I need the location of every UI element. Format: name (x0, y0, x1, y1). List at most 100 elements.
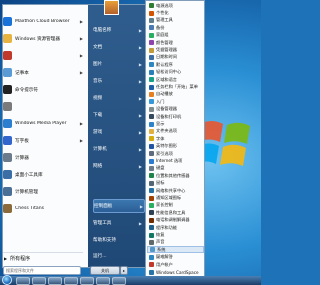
control-panel-item[interactable]: 入门 (147, 98, 204, 105)
control-panel-item[interactable]: 轻松访问中心 (147, 69, 204, 76)
control-panel-item[interactable]: 用户帐户 (147, 261, 204, 268)
control-panel-item[interactable]: 管理工具 (147, 17, 204, 24)
start-menu-link[interactable]: 游戏 ▶ (93, 126, 143, 138)
control-panel-item[interactable]: 位置和其他传感器 (147, 172, 204, 179)
triangle-right-icon: ▶ (4, 255, 8, 261)
program-item[interactable] (2, 99, 84, 114)
program-item[interactable]: Windows Media Player ▶ (2, 116, 84, 131)
control-panel-item-label: 通知区域图标 (156, 195, 182, 201)
shutdown-options-button[interactable]: ▸ (120, 266, 128, 275)
program-item[interactable]: 计算机管理 (2, 184, 84, 199)
control-panel-item[interactable]: 键盘 (147, 165, 204, 172)
program-label: Windows 资源管理器 (15, 36, 60, 42)
control-panel-item-label: 网络和共享中心 (156, 187, 186, 193)
user-avatar[interactable] (104, 0, 119, 15)
control-panel-item[interactable]: 网络和共享中心 (147, 187, 204, 194)
program-label: Windows Media Player (15, 121, 67, 126)
start-menu-link-label: 电脑名称 (93, 28, 112, 33)
control-panel-item[interactable]: 索引选项 (147, 150, 204, 157)
control-panel-item[interactable]: 声音 (147, 239, 204, 246)
start-menu-link[interactable]: 计算机 ▶ (93, 143, 143, 155)
start-menu-link[interactable]: 帮助和支持 (93, 234, 143, 246)
control-panel-item[interactable]: 自动播放 (147, 91, 204, 98)
control-panel-item[interactable]: 默认程序 (147, 61, 204, 68)
control-panel-item-icon (149, 202, 154, 208)
control-panel-item[interactable]: 设备和打印机 (147, 113, 204, 120)
control-panel-item-icon (149, 254, 154, 260)
control-panel-item-icon (149, 32, 154, 38)
control-panel-item[interactable]: 英特尔图形 (147, 143, 204, 150)
taskbar-media-button[interactable] (48, 277, 62, 285)
program-item[interactable]: 计算器 (2, 150, 84, 165)
start-menu-link[interactable]: 网络 ▶ (93, 160, 143, 172)
control-panel-item[interactable]: 个性化 (147, 9, 204, 16)
start-button[interactable] (2, 275, 12, 285)
control-panel-item[interactable]: 文件夹选项 (147, 128, 204, 135)
start-menu-link[interactable]: 音乐 ▶ (93, 75, 143, 87)
submenu-arrow-icon: ▶ (138, 129, 142, 135)
submenu-arrow-icon: ▶ (79, 138, 83, 143)
control-panel-item-icon (149, 17, 154, 23)
control-panel-item[interactable]: 字体 (147, 135, 204, 142)
control-panel-item-icon (149, 173, 154, 179)
control-panel-item[interactable]: 日期和时间 (147, 54, 204, 61)
control-panel-item[interactable]: 程序和功能 (147, 224, 204, 231)
control-panel-item[interactable]: 电话和调制解调器 (147, 217, 204, 224)
control-panel-item[interactable]: 设备管理器 (147, 106, 204, 113)
control-panel-item[interactable]: Internet 选项 (147, 157, 204, 164)
control-panel-item[interactable]: 家庭组 (147, 32, 204, 39)
taskbar-app-button[interactable] (112, 277, 126, 285)
control-panel-item-label: 系统 (157, 246, 166, 252)
control-panel-item[interactable]: 显示 (147, 120, 204, 127)
control-panel-item[interactable]: 系统 (147, 246, 204, 254)
program-item[interactable]: 写字板 ▶ (2, 133, 84, 148)
control-panel-item-icon (149, 84, 154, 90)
taskbar-ie-button[interactable] (16, 277, 30, 285)
control-panel-item-icon (149, 25, 154, 31)
program-item[interactable]: 记事本 ▶ (2, 65, 84, 80)
control-panel-item[interactable]: 电源选项 (147, 2, 204, 9)
program-item[interactable]: ▶ (2, 48, 84, 63)
control-panel-item[interactable]: 鼠标 (147, 180, 204, 187)
taskbar-explorer-button[interactable] (32, 277, 46, 285)
start-menu-link[interactable]: 视频 ▶ (93, 92, 143, 104)
control-panel-item[interactable]: 凭据管理器 (147, 46, 204, 53)
start-menu-link-label: 图片 (93, 62, 103, 67)
submenu-arrow-icon: ▶ (139, 203, 143, 209)
control-panel-item-label: 日期和时间 (156, 54, 177, 60)
control-panel-item[interactable]: 颜色管理 (147, 39, 204, 46)
control-panel-item[interactable]: 通知区域图标 (147, 194, 204, 201)
start-menu-link[interactable]: 管理工具 ▶ (93, 217, 143, 229)
taskbar-app-button[interactable] (64, 277, 78, 285)
control-panel-item[interactable]: 备份 (147, 24, 204, 31)
taskbar-app-button[interactable] (96, 277, 110, 285)
control-panel-item-label: 用户帐户 (156, 261, 173, 267)
control-panel-item-icon (149, 180, 154, 186)
control-panel-item-label: Internet 选项 (156, 158, 183, 164)
control-panel-item[interactable]: Windows CardSpace (147, 268, 204, 275)
start-menu-link[interactable]: 控制面板 ▶ (93, 199, 145, 213)
program-item[interactable]: Chess Titans (2, 201, 84, 216)
program-item[interactable]: 桌面小工具库 (2, 167, 84, 182)
control-panel-item[interactable]: 区域和语言 (147, 76, 204, 83)
control-panel-item-label: 设备管理器 (156, 106, 177, 112)
all-programs-button[interactable]: ▶ 所有程序 (4, 253, 84, 263)
shutdown-button[interactable]: 关机 (90, 266, 120, 275)
start-menu-link-label: 运行... (93, 254, 107, 259)
control-panel-item[interactable]: 性能信息和工具 (147, 209, 204, 216)
control-panel-item[interactable]: 家长控制 (147, 202, 204, 209)
search-input[interactable]: 搜索程序和文件 (3, 266, 81, 275)
program-item[interactable]: Windows 资源管理器 ▶ (2, 31, 84, 46)
program-item[interactable]: Maxthon Cloud Browser ▶ (2, 14, 84, 29)
control-panel-item[interactable]: 任务栏和「开始」菜单 (147, 83, 204, 90)
program-item[interactable]: 命令提示符 (2, 82, 84, 97)
control-panel-item[interactable]: 疑难解答 (147, 254, 204, 261)
start-menu-link[interactable]: 运行... (93, 250, 143, 262)
control-panel-item-label: 疑难解答 (156, 254, 173, 260)
start-menu-link[interactable]: 图片 ▶ (93, 58, 143, 70)
start-menu-link[interactable]: 电脑名称 ▶ (93, 24, 143, 36)
control-panel-item[interactable]: 恢复 (147, 231, 204, 238)
taskbar-app-button[interactable] (80, 277, 94, 285)
start-menu-link[interactable]: 下载 ▶ (93, 109, 143, 121)
start-menu-link[interactable]: 文档 ▶ (93, 41, 143, 53)
